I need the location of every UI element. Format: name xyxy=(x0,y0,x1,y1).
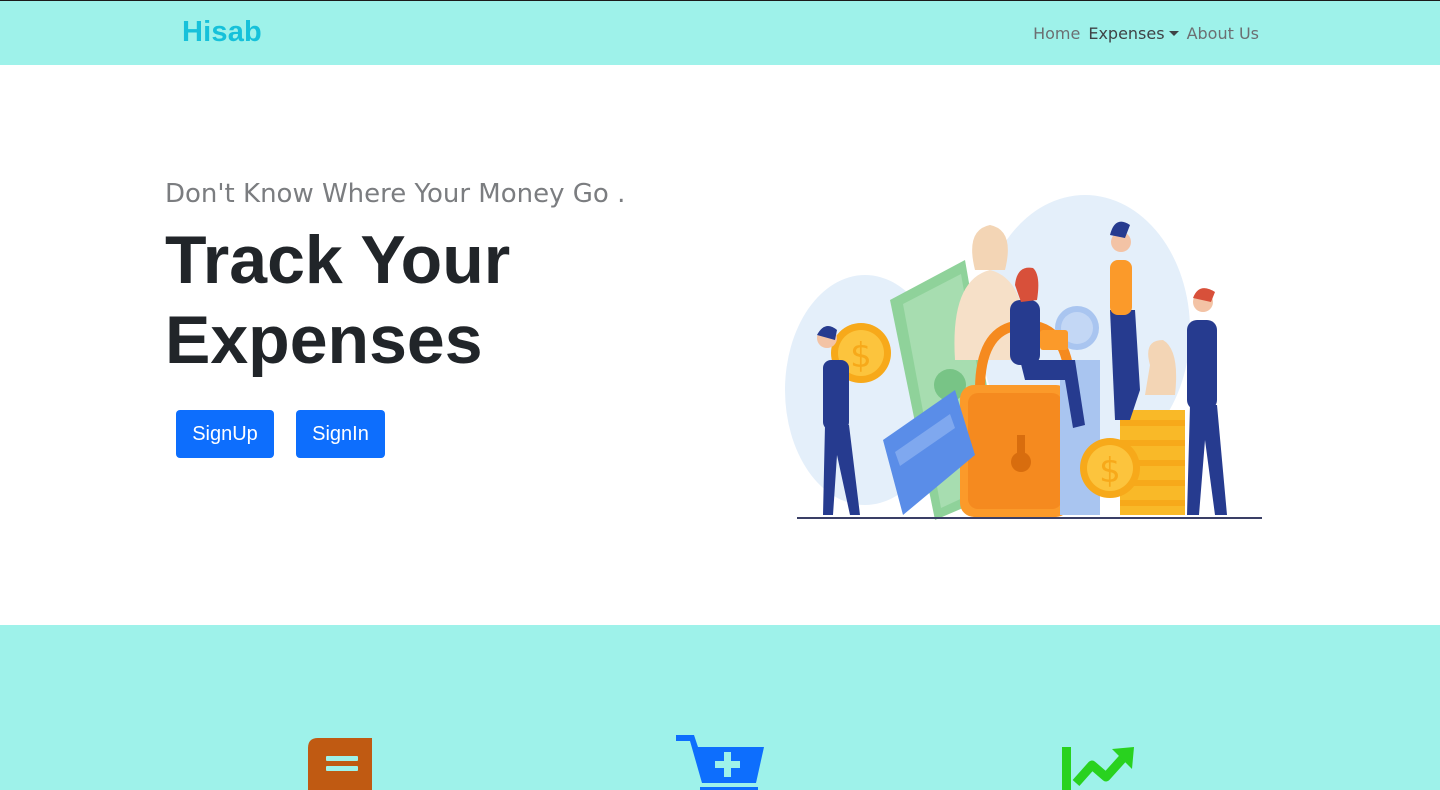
navbar: Hisab Home Expenses About Us xyxy=(0,0,1440,65)
svg-text:$: $ xyxy=(1099,451,1121,491)
signup-button[interactable]: SignUp xyxy=(176,410,274,458)
svg-text:$: $ xyxy=(850,336,872,376)
hero-title-line1: Track Your xyxy=(165,222,511,298)
hero-subtitle: Don't Know Where Your Money Go . xyxy=(165,179,626,209)
nav-link-expenses-label: Expenses xyxy=(1088,24,1165,43)
hero-title-line2: Expenses xyxy=(165,302,483,378)
signin-button[interactable]: SignIn xyxy=(296,410,385,458)
trend-up-icon xyxy=(1062,747,1134,790)
hero-title: Track Your Expenses xyxy=(165,220,685,380)
nav-links: Home Expenses About Us xyxy=(1025,24,1259,43)
nav-link-home[interactable]: Home xyxy=(1033,24,1080,43)
nav-link-about-us[interactable]: About Us xyxy=(1187,24,1259,43)
book-icon xyxy=(308,738,372,790)
brand-logo[interactable]: Hisab xyxy=(182,16,262,49)
money-illustration: $ $ xyxy=(785,195,1262,520)
nav-link-expenses[interactable]: Expenses xyxy=(1088,24,1179,43)
cart-plus-icon xyxy=(676,735,764,790)
chevron-down-icon xyxy=(1168,31,1179,36)
features-section xyxy=(0,625,1440,790)
